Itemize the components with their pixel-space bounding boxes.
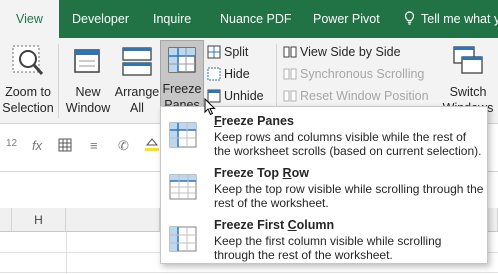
reset-position-icon xyxy=(283,90,297,102)
hide-window-icon xyxy=(207,67,221,81)
column-header-i[interactable] xyxy=(66,208,160,232)
arrange-all-button[interactable]: Arrange All xyxy=(114,40,160,120)
freeze-panes-icon xyxy=(161,45,203,79)
menu-item-title: Freeze First Column xyxy=(214,218,335,232)
menu-item-description: Keep the top row visible while scrolling… xyxy=(214,182,484,210)
row-gridline xyxy=(0,272,498,273)
new-window-label-2: Window xyxy=(65,101,111,115)
reset-window-position-button[interactable]: Reset Window Position xyxy=(283,86,429,106)
freeze-panes-label-1: Freeze xyxy=(162,82,202,96)
group-separator xyxy=(58,44,59,118)
list-icon[interactable]: ≡ xyxy=(90,138,98,153)
menu-item-freeze-first-column[interactable]: Freeze First Column Keep the first colum… xyxy=(161,215,487,263)
menu-item-description: Keep the first column visible while scro… xyxy=(214,234,442,262)
hide-label: Hide xyxy=(224,67,250,81)
menu-item-title: Freeze Panes xyxy=(214,114,294,128)
menu-item-title: Freeze Top Row xyxy=(214,166,309,180)
arrange-all-label-2: All xyxy=(130,101,144,115)
hide-button[interactable]: Hide xyxy=(207,64,250,84)
freeze-panes-menu: Freeze Panes Keep rows and columns visib… xyxy=(160,106,488,264)
arrange-all-icon xyxy=(114,44,160,82)
font-size-icon[interactable]: 12 xyxy=(6,138,17,149)
column-header-l[interactable] xyxy=(488,208,498,232)
new-window-label-1: New xyxy=(75,85,101,99)
column-header-h[interactable]: H xyxy=(12,208,66,232)
zoom-selection-icon xyxy=(0,44,56,82)
tab-nuance-pdf[interactable]: Nuance PDF xyxy=(220,0,292,38)
tab-developer[interactable]: Developer xyxy=(72,0,129,38)
tell-me-search[interactable]: Tell me what y xyxy=(404,0,498,38)
table-grid-icon[interactable] xyxy=(58,138,72,155)
new-window-button[interactable]: New Window xyxy=(62,40,114,120)
zoom-to-selection-button[interactable]: Zoom to Selection xyxy=(0,40,56,120)
side-by-side-icon xyxy=(283,46,297,58)
unhide-label: Unhide xyxy=(224,89,264,103)
arrange-all-label-1: Arrange xyxy=(114,85,160,99)
sync-scroll-icon xyxy=(283,68,297,80)
split-icon xyxy=(207,45,221,59)
synchronous-scrolling-label: Synchronous Scrolling xyxy=(300,67,425,81)
zoom-selection-label-2: Selection xyxy=(2,101,54,115)
fill-color-icon[interactable] xyxy=(144,136,160,155)
column-header-partial[interactable] xyxy=(0,208,12,232)
split-label: Split xyxy=(224,45,249,59)
ribbon-tab-bar: View Developer Inquire Nuance PDF Power … xyxy=(0,0,498,38)
menu-item-description: Keep rows and columns visible while the … xyxy=(214,130,482,158)
freeze-top-row-icon xyxy=(169,173,197,204)
reset-window-position-label: Reset Window Position xyxy=(300,89,429,103)
function-icon[interactable]: fx xyxy=(32,138,42,153)
phone-icon[interactable]: ✆ xyxy=(118,138,129,154)
menu-item-freeze-top-row[interactable]: Freeze Top Row Keep the top row visible … xyxy=(161,163,487,211)
switch-windows-icon xyxy=(440,44,496,82)
column-gridline xyxy=(66,232,67,274)
synchronous-scrolling-button[interactable]: Synchronous Scrolling xyxy=(283,64,424,84)
tab-inquire[interactable]: Inquire xyxy=(153,0,191,38)
tab-power-pivot[interactable]: Power Pivot xyxy=(313,0,380,38)
lightbulb-icon xyxy=(404,2,415,40)
mouse-cursor-icon xyxy=(204,97,216,119)
new-window-icon xyxy=(62,44,114,82)
freeze-first-column-icon xyxy=(169,225,197,256)
switch-windows-label-1: Switch xyxy=(449,85,487,99)
freeze-panes-icon xyxy=(169,121,197,152)
split-button[interactable]: Split xyxy=(207,42,248,62)
zoom-selection-label-1: Zoom to xyxy=(5,85,51,99)
view-side-by-side-label: View Side by Side xyxy=(300,45,401,59)
tab-view[interactable]: View xyxy=(0,0,59,38)
tell-me-label: Tell me what y xyxy=(421,12,498,26)
view-side-by-side-button[interactable]: View Side by Side xyxy=(283,42,401,62)
